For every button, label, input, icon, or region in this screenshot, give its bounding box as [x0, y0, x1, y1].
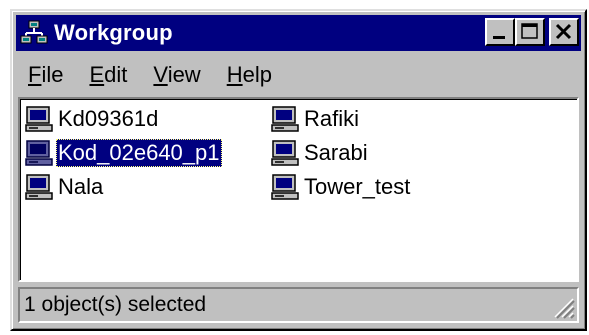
list-item-selected[interactable]: Kod_02e640_p1 [24, 137, 222, 169]
menu-edit-rest: dit [104, 62, 128, 87]
list-item[interactable]: Tower_test [270, 171, 412, 203]
list-item-label: Rafiki [304, 106, 360, 131]
size-grip-icon[interactable] [549, 293, 575, 319]
computer-icon [271, 106, 299, 132]
list-item-label: Kd09361d [58, 106, 159, 131]
menu-file[interactable]: File [28, 62, 63, 88]
menu-view-rest: iew [167, 62, 201, 87]
window-title: Workgroup [54, 20, 173, 45]
minimize-icon [493, 36, 505, 39]
menu-bar: File Edit View Help [16, 55, 581, 95]
computer-icon [25, 140, 53, 166]
menu-edit-accel: E [89, 62, 105, 87]
computer-icon [25, 106, 53, 132]
computer-icon [271, 140, 299, 166]
computer-list[interactable]: Kd09361d Kod_02e640_p1 Nala Rafiki Sarab… [18, 97, 579, 282]
list-item[interactable]: Sarabi [270, 137, 370, 169]
menu-file-rest: ile [41, 62, 64, 87]
menu-edit[interactable]: Edit [89, 62, 127, 88]
close-button[interactable] [549, 18, 579, 46]
menu-view-accel: V [153, 62, 168, 87]
menu-help-accel: H [226, 62, 243, 87]
list-item[interactable]: Rafiki [270, 103, 361, 135]
menu-view[interactable]: View [153, 62, 200, 88]
list-item-label: Kod_02e640_p1 [56, 139, 222, 167]
title-bar[interactable]: Workgroup [16, 15, 581, 51]
maximize-button[interactable] [515, 18, 545, 46]
menu-file-accel: F [28, 62, 42, 87]
computer-icon [25, 174, 53, 200]
minimize-button[interactable] [485, 18, 515, 46]
list-item-label: Tower_test [304, 174, 411, 199]
computer-icon [271, 174, 299, 200]
menu-help-rest: elp [242, 62, 272, 87]
workgroup-window: Workgroup File Edit View Help Kd09361d K… [10, 9, 587, 331]
menu-help[interactable]: Help [227, 62, 272, 88]
list-item-label: Sarabi [304, 140, 368, 165]
list-item[interactable]: Kd09361d [24, 103, 160, 135]
close-icon [555, 23, 572, 40]
status-bar: 1 object(s) selected [18, 287, 579, 323]
maximize-icon [521, 23, 538, 39]
list-item-label: Nala [58, 174, 104, 199]
list-item[interactable]: Nala [24, 171, 105, 203]
status-text: 1 object(s) selected [24, 293, 207, 316]
network-workgroup-icon [20, 20, 48, 44]
